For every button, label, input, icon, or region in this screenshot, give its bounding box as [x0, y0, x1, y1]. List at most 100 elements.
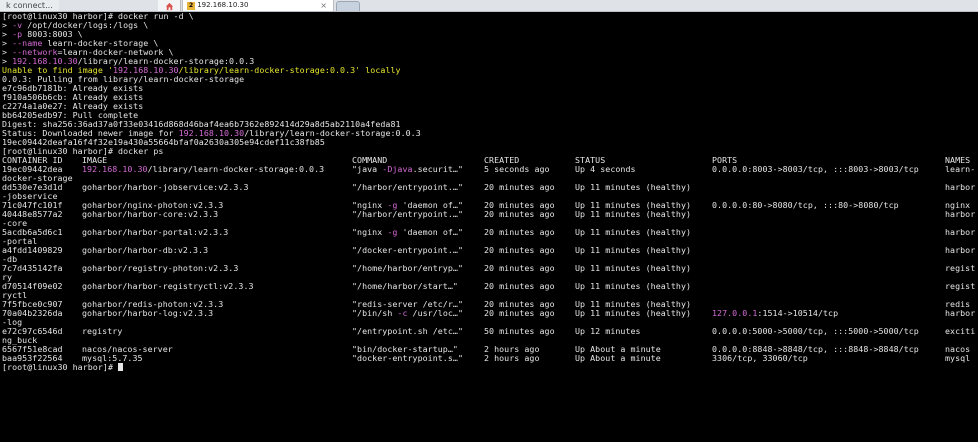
text-segment: goharbor/harbor-registryctl:v2.3.3: [82, 281, 254, 291]
container-image: goharbor/registry-photon:v2.3.3: [82, 264, 238, 273]
container-name: regist: [945, 281, 976, 291]
text-segment: /usr/loc…": [407, 308, 463, 318]
text-segment: :1514->10514/tcp: [757, 308, 839, 318]
container-name: harbor: [945, 245, 976, 255]
container-image: 192.168.10.30/library/learn-docker-stora…: [82, 165, 324, 174]
text-segment: "java: [352, 164, 383, 174]
container-created: 20 minutes ago: [484, 227, 555, 237]
home-tab[interactable]: [158, 0, 181, 11]
text-segment: 'daemon of…": [397, 227, 464, 237]
shell-prompt: [root@linux30 harbor]#: [2, 362, 124, 372]
text-segment: goharbor/harbor-db:v2.3.3: [82, 245, 209, 255]
close-icon[interactable]: ×: [320, 0, 327, 11]
container-created: 20 minutes ago: [484, 263, 555, 273]
text-segment: 127.0.0.1: [712, 308, 758, 318]
container-created: 20 minutes ago: [484, 209, 555, 219]
container-image: goharbor/harbor-registryctl:v2.3.3: [82, 282, 254, 291]
container-status: Up 11 minutes (healthy): [575, 182, 692, 192]
container-name: regist: [945, 263, 976, 273]
container-image: goharbor/harbor-jobservice:v2.3.3: [82, 183, 249, 192]
cursor: [118, 363, 124, 371]
text-segment: "/home/harbor/start…": [352, 281, 458, 291]
tab-number-badge: 2: [187, 2, 196, 10]
container-command: "/home/harbor/start…": [352, 282, 458, 291]
text-segment: "/home/harbor/entryp…": [352, 263, 463, 273]
text-segment: goharbor/harbor-core:v2.3.3: [82, 209, 219, 219]
container-command: "/harbor/entrypoint.…": [352, 183, 463, 192]
container-status: Up 4 seconds: [575, 164, 636, 174]
terminal-output[interactable]: [root@linux30 harbor]# docker run -d \ > …: [0, 12, 978, 442]
container-status: Up 12 minutes: [575, 326, 641, 336]
text-segment: .securit…": [412, 164, 464, 174]
prompt-text: [root@linux30 harbor]#: [2, 362, 119, 372]
tab-bar: k connect... 2 192.168.10.30 ×: [0, 0, 978, 12]
text-segment: 0.0.0.0:5000->5000/tcp, :::5000->5000/tc…: [712, 326, 919, 336]
container-name: harbor: [945, 308, 976, 318]
container-created: 20 minutes ago: [484, 245, 555, 255]
text-segment: -c: [397, 308, 408, 318]
text-segment: "/entrypoint.sh /etc…": [352, 326, 463, 336]
text-segment: "/harbor/entrypoint.…": [352, 182, 463, 192]
container-ports: 127.0.0.1:1514->10514/tcp: [712, 309, 838, 318]
container-image: goharbor/harbor-core:v2.3.3: [82, 210, 218, 219]
container-status: Up About a minute: [575, 353, 661, 363]
container-status: Up 11 minutes (healthy): [575, 245, 692, 255]
text-segment: 0.0.0.0:80->8080/tcp, :::80->8080/tcp: [712, 200, 899, 210]
text-segment: 3306/tcp, 33060/tcp: [712, 353, 808, 363]
container-image: goharbor/harbor-portal:v2.3.3: [82, 228, 228, 237]
text-segment: "docker-entrypoint.s…": [352, 353, 463, 363]
container-created: 2 hours ago: [484, 353, 540, 363]
text-segment: -Djava: [382, 164, 413, 174]
container-created: 5 seconds ago: [484, 164, 550, 174]
container-status: Up 11 minutes (healthy): [575, 227, 692, 237]
container-name: harbor: [945, 227, 976, 237]
text-segment: registry: [82, 326, 123, 336]
home-icon: [165, 0, 174, 11]
container-command: "/docker-entrypoint.…": [352, 246, 463, 255]
container-command: "docker-entrypoint.s…": [352, 354, 463, 363]
container-image: registry: [82, 327, 122, 336]
container-created: 20 minutes ago: [484, 281, 555, 291]
text-segment: "/docker-entrypoint.…": [352, 245, 463, 255]
container-command: "/entrypoint.sh /etc…": [352, 327, 463, 336]
container-command: "/harbor/entrypoint.…": [352, 210, 463, 219]
text-segment: goharbor/harbor-log:v2.3.3: [82, 308, 214, 318]
container-command: "nginx -g 'daemon of…": [352, 228, 463, 237]
new-tab-icon[interactable]: [336, 1, 360, 11]
tab-title: 192.168.10.30: [197, 1, 249, 9]
container-image: goharbor/harbor-db:v2.3.3: [82, 246, 208, 255]
tab-quick-connect[interactable]: k connect...: [0, 0, 59, 11]
container-status: Up 11 minutes (healthy): [575, 308, 692, 318]
container-created: 20 minutes ago: [484, 182, 555, 192]
container-ports: 0.0.0.0:80->8080/tcp, :::80->8080/tcp: [712, 201, 899, 210]
container-status: Up 11 minutes (healthy): [575, 263, 692, 273]
container-created: 50 minutes ago: [484, 326, 555, 336]
tab-session[interactable]: 2 192.168.10.30 ×: [182, 0, 334, 11]
container-ports: 0.0.0.0:5000->5000/tcp, :::5000->5000/tc…: [712, 327, 919, 336]
text-segment: "/harbor/entrypoint.…": [352, 209, 463, 219]
text-segment: "/bin/sh: [352, 308, 398, 318]
container-name: learn-: [945, 164, 976, 174]
text-segment: 192.168.10.30: [82, 164, 148, 174]
container-name: exciti: [945, 326, 976, 336]
text-segment: /library/learn-docker-storage:0.0.3: [147, 164, 325, 174]
text-segment: -g: [387, 227, 398, 237]
quick-connect-label: k connect...: [6, 1, 53, 10]
container-name: harbor: [945, 209, 976, 219]
container-ports: 0.0.0.0:8003->8003/tcp, :::8003->8003/tc…: [712, 165, 919, 174]
container-name: mysql: [945, 353, 971, 363]
text-segment: goharbor/registry-photon:v2.3.3: [82, 263, 239, 273]
text-segment: goharbor/harbor-portal:v2.3.3: [82, 227, 229, 237]
container-status: Up 11 minutes (healthy): [575, 281, 692, 291]
container-status: Up 11 minutes (healthy): [575, 209, 692, 219]
text-segment: 0.0.0.0:8003->8003/tcp, :::8003->8003/tc…: [712, 164, 919, 174]
container-name: harbor: [945, 182, 976, 192]
container-command: "/home/harbor/entryp…": [352, 264, 463, 273]
container-image: goharbor/harbor-log:v2.3.3: [82, 309, 213, 318]
container-command: "/bin/sh -c /usr/loc…": [352, 309, 463, 318]
container-command: "java -Djava.securit…": [352, 165, 463, 174]
container-created: 20 minutes ago: [484, 308, 555, 318]
container-ports: 3306/tcp, 33060/tcp: [712, 354, 808, 363]
text-segment: goharbor/harbor-jobservice:v2.3.3: [82, 182, 249, 192]
text-segment: "nginx: [352, 227, 388, 237]
